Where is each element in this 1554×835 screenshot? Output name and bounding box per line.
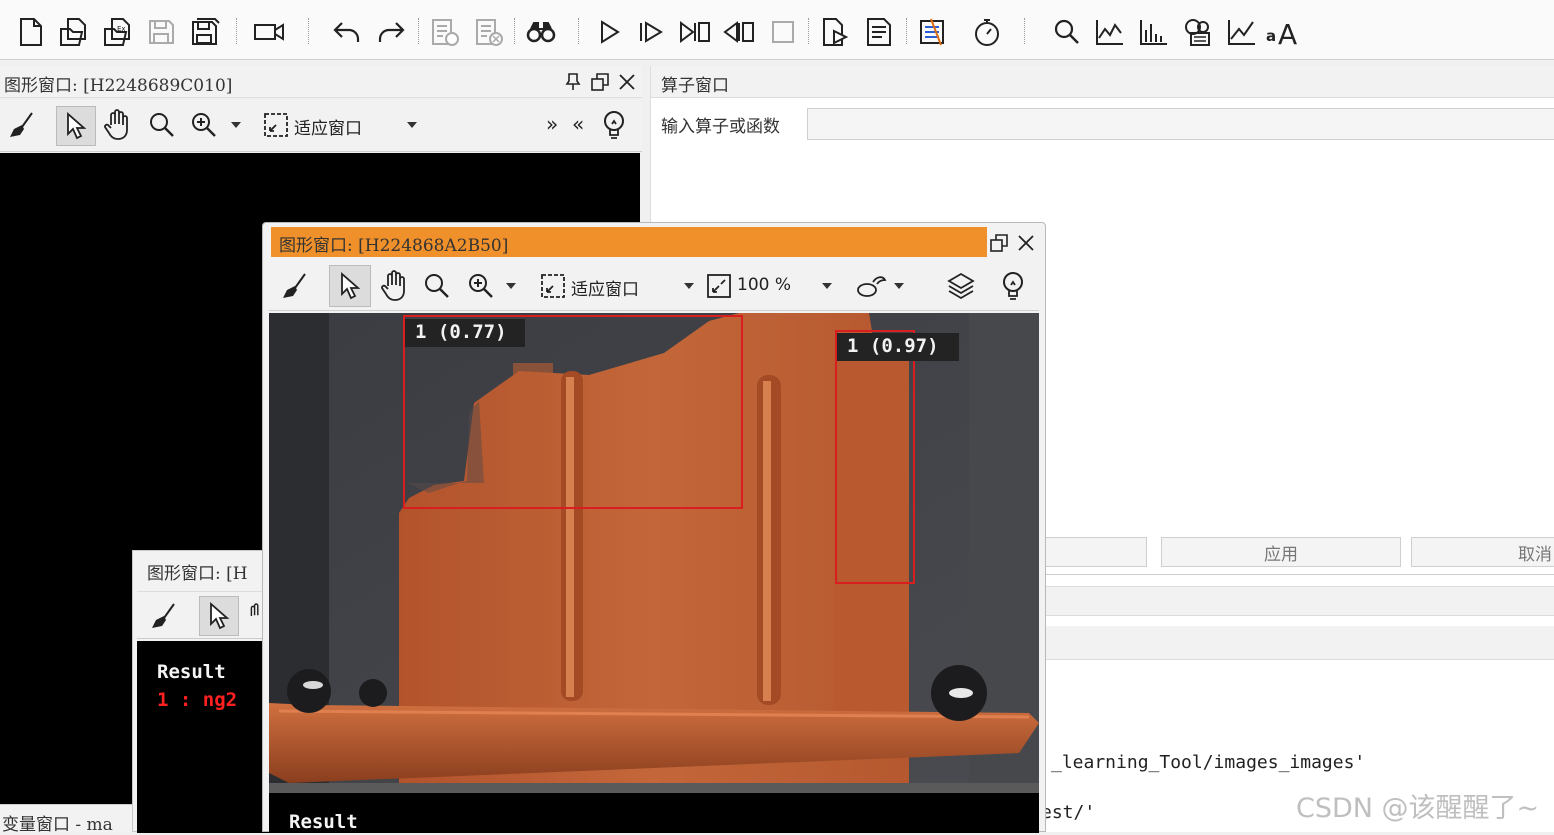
font-icon[interactable]: aA [1266, 14, 1300, 50]
result-heading: Result [157, 661, 226, 683]
record-icon[interactable] [252, 14, 286, 50]
line-profile-icon[interactable] [1092, 14, 1126, 50]
hand-icon[interactable] [100, 108, 136, 142]
close-icon[interactable] [617, 72, 637, 92]
zoom-percent-icon[interactable] [701, 269, 737, 303]
broom-icon[interactable] [277, 269, 313, 303]
watermark: CSDN @该醒醒了~ [1296, 793, 1540, 824]
undo-icon[interactable] [330, 14, 364, 50]
save-all-icon[interactable] [188, 14, 222, 50]
result-heading: Result [289, 811, 358, 833]
variable-window-tab[interactable]: 变量窗口 - ma [0, 804, 134, 835]
draw-shape-icon[interactable] [853, 269, 889, 303]
svg-text:a: a [1266, 27, 1276, 45]
timer-icon[interactable] [970, 14, 1004, 50]
left-window-title: 图形窗口: [H2248689C010] [4, 76, 233, 96]
cancel-button[interactable]: 取消 [1411, 537, 1554, 567]
binoculars-icon[interactable] [524, 14, 558, 50]
float-icon[interactable] [989, 233, 1009, 253]
lightbulb-icon[interactable] [596, 108, 632, 142]
zoom-in-icon[interactable] [463, 269, 499, 303]
small-window-toolbar [137, 591, 273, 639]
open-example-icon[interactable]: Ex [100, 14, 134, 50]
save-icon[interactable] [144, 14, 178, 50]
chevron-down-icon[interactable] [398, 108, 426, 142]
broom-icon[interactable] [4, 108, 40, 142]
step-over-icon[interactable] [678, 14, 712, 50]
gray-tool-icon[interactable] [1180, 14, 1214, 50]
broom-icon[interactable] [149, 600, 179, 632]
operator-input-label: 输入算子或函数 [661, 117, 780, 137]
run-icon[interactable] [592, 14, 626, 50]
layers-icon[interactable] [943, 269, 979, 303]
pointer-icon[interactable] [56, 106, 96, 146]
close-icon[interactable] [1016, 233, 1036, 253]
zoom-icon[interactable] [1050, 14, 1084, 50]
apply-button[interactable]: 应用 [1161, 537, 1401, 567]
main-window-title: 图形窗口: [H224868A2B50] [279, 236, 509, 256]
chevron-down-icon[interactable] [497, 269, 525, 303]
open-file-icon[interactable] [56, 14, 90, 50]
detection-label-text: 1 (0.97) [847, 335, 939, 357]
detection-label-text: 1 (0.77) [415, 321, 507, 343]
chevron-down-icon[interactable] [675, 269, 703, 303]
float-icon[interactable] [590, 72, 610, 92]
blank-button[interactable] [1039, 537, 1147, 567]
chevron-down-icon[interactable] [222, 108, 250, 142]
main-window-titlebar: 图形窗口: [H224868A2B50] [271, 227, 987, 257]
pointer-icon[interactable] [329, 265, 371, 307]
svg-text:A: A [1278, 18, 1297, 47]
magnifier-icon[interactable] [144, 108, 180, 142]
breakpoint-icon[interactable] [916, 14, 950, 50]
histogram-icon[interactable] [1136, 14, 1170, 50]
document-icon[interactable] [862, 14, 896, 50]
main-graphics-window: 图形窗口: [H224868A2B50] 适应窗口 100 % 1 (0.77)… [262, 222, 1046, 833]
left-window-titlebar: 图形窗口: [H2248689C010] [0, 66, 642, 98]
operator-input[interactable] [807, 108, 1554, 140]
new-file-icon[interactable] [14, 14, 48, 50]
left-window-toolbar: 适应窗口 » « [0, 100, 642, 152]
main-window-toolbar: 适应窗口 100 % [269, 261, 1039, 311]
step-icon[interactable] [634, 14, 668, 50]
pin-icon[interactable] [564, 72, 584, 92]
small-window-title: 图形窗口: [H [147, 564, 248, 584]
more-button[interactable]: » [546, 112, 558, 136]
detection-label: 1 (0.97) [837, 333, 959, 361]
variable-window-title: 变量窗口 - ma [2, 815, 113, 835]
list-stop-icon[interactable] [472, 14, 506, 50]
less-button[interactable]: « [572, 112, 584, 136]
chevron-down-icon[interactable] [885, 269, 913, 303]
operator-window-titlebar: 算子窗口 [651, 66, 1554, 98]
small-graphics-window: 图形窗口: [H Result 1 : ng2 [132, 550, 273, 833]
zoom-mode-select[interactable]: 适应窗口 [571, 275, 639, 300]
lightbulb-icon[interactable] [995, 269, 1031, 303]
pointer-icon[interactable] [199, 596, 239, 636]
main-toolbar: Ex aA [0, 0, 1554, 60]
redo-icon[interactable] [374, 14, 408, 50]
fit-window-icon[interactable] [535, 269, 571, 303]
zoom-percent-select[interactable]: 100 % [737, 275, 791, 295]
small-window-canvas[interactable]: Result 1 : ng2 [137, 641, 271, 833]
chevron-down-icon[interactable] [813, 269, 841, 303]
operator-window-title: 算子窗口 [661, 76, 729, 96]
insert-doc-icon[interactable] [818, 14, 852, 50]
detection-box [835, 330, 915, 584]
main-window-canvas[interactable]: 1 (0.77) 1 (0.97) Result [269, 313, 1039, 833]
list-check-icon[interactable] [428, 14, 462, 50]
stop-icon[interactable] [766, 14, 800, 50]
console-line: _learning_Tool/images_images' [1051, 752, 1366, 773]
result-line: 1 : ng2 [157, 689, 238, 711]
magnifier-icon[interactable] [419, 269, 455, 303]
plot-icon[interactable] [1224, 14, 1258, 50]
zoom-in-icon[interactable] [186, 108, 222, 142]
detection-label: 1 (0.77) [405, 319, 525, 347]
hand-icon[interactable] [377, 269, 413, 303]
zoom-mode-select[interactable]: 适应窗口 [294, 114, 362, 139]
fit-window-icon[interactable] [258, 108, 294, 142]
console-line: est/' [1041, 802, 1096, 823]
step-back-icon[interactable] [722, 14, 756, 50]
